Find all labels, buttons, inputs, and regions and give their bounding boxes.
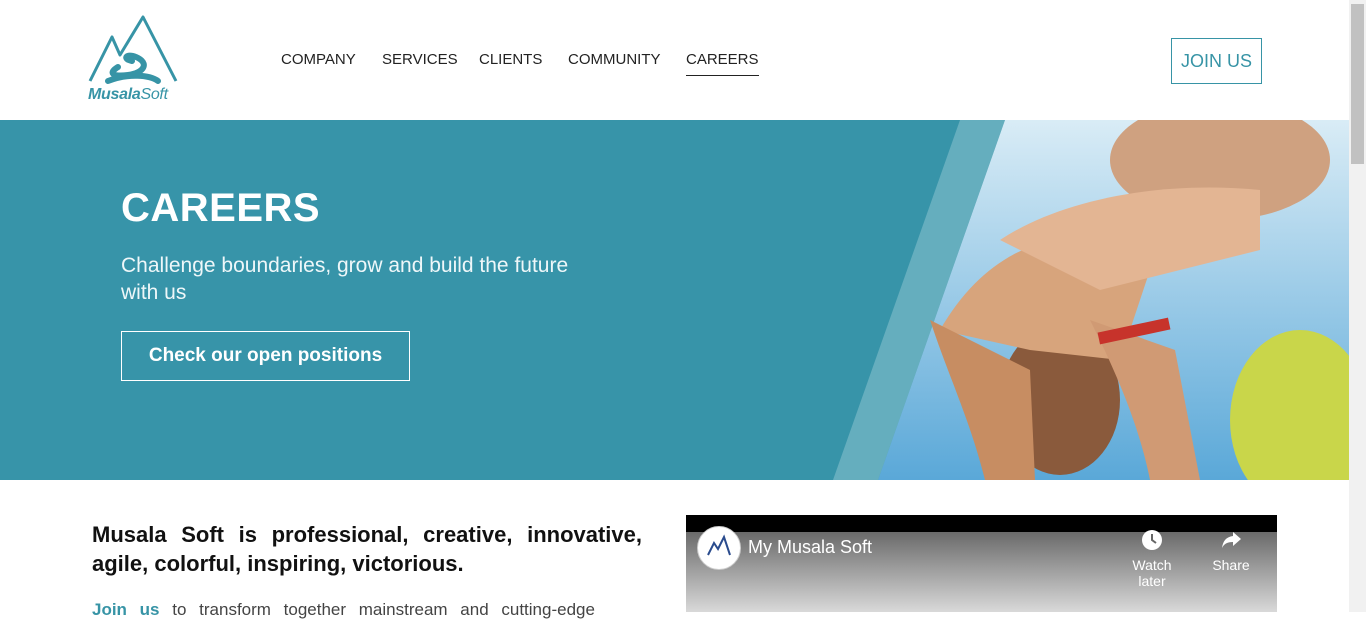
hero-title: CAREERS xyxy=(121,186,321,230)
scrollbar-thumb[interactable] xyxy=(1351,4,1364,164)
nav-item-services[interactable]: SERVICES xyxy=(382,50,458,70)
nav-item-community[interactable]: COMMUNITY xyxy=(568,50,661,70)
clock-icon xyxy=(1117,529,1187,551)
join-us-button[interactable]: JOIN US xyxy=(1171,38,1262,84)
share-button[interactable]: Share xyxy=(1196,529,1266,573)
share-icon xyxy=(1196,529,1266,551)
mountain-logo-icon xyxy=(88,15,178,84)
open-positions-button[interactable]: Check our open positions xyxy=(121,331,410,381)
hero-subtitle: Challenge boundaries, grow and build the… xyxy=(121,254,569,304)
video-title[interactable]: My Musala Soft xyxy=(748,537,872,558)
join-us-link[interactable]: Join us xyxy=(92,600,160,619)
share-label: Share xyxy=(1212,557,1250,573)
watch-later-label: Watch later xyxy=(1132,557,1172,589)
intro-heading: Musala Soft is professional, creative, i… xyxy=(92,522,642,576)
youtube-video-embed[interactable]: My Musala Soft Watch later Share xyxy=(686,515,1277,612)
nav-item-careers[interactable]: CAREERS xyxy=(686,50,759,76)
channel-avatar[interactable] xyxy=(697,526,741,570)
nav-item-company[interactable]: COMPANY xyxy=(281,50,356,70)
site-header: MusalaSoft COMPANY SERVICES CLIENTS COMM… xyxy=(0,0,1349,120)
intro-paragraph-text: to transform together mainstream and cut… xyxy=(172,600,595,619)
channel-logo-icon xyxy=(707,534,731,556)
logo-wordmark: MusalaSoft xyxy=(88,86,168,103)
watch-later-button[interactable]: Watch later xyxy=(1117,529,1187,589)
nav-item-clients[interactable]: CLIENTS xyxy=(479,50,542,70)
intro-paragraph: Join us to transform together mainstream… xyxy=(92,600,642,620)
musala-soft-logo[interactable]: MusalaSoft xyxy=(88,15,180,105)
careers-hero: CAREERS Challenge boundaries, grow and b… xyxy=(0,120,1349,480)
page-scrollbar[interactable] xyxy=(1349,0,1366,612)
